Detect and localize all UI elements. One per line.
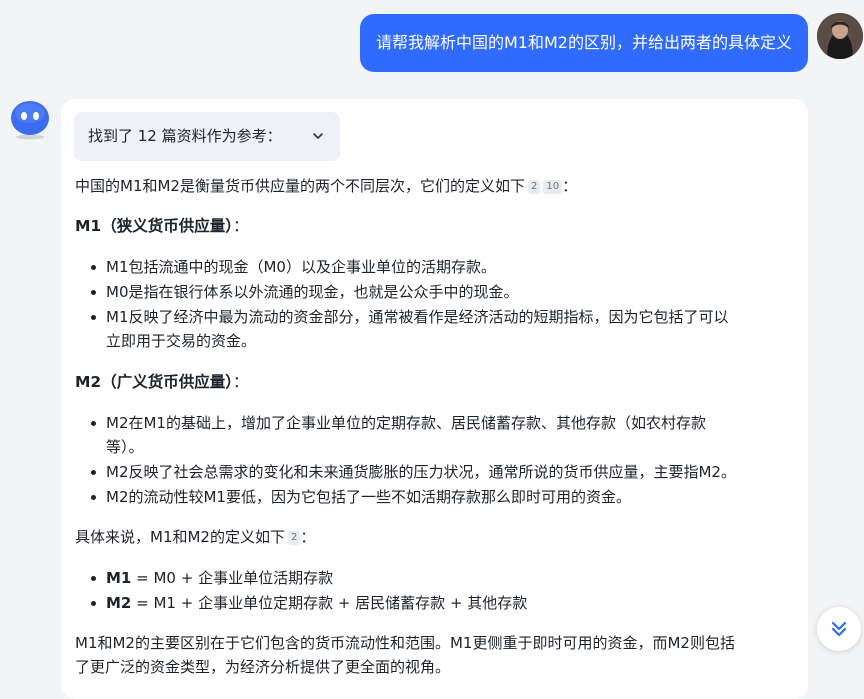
list-item: M1包括流通中的现金（M0）以及企事业单位的活期存款。 [106,258,496,276]
m2-heading-text: M2（广义货币供应量） [75,373,233,391]
bullet-dot [91,601,96,606]
answer-intro-text: 中国的M1和M2是衡量货币供应量的两个不同层次，它们的定义如下 [75,177,525,195]
bullet-dot [91,265,96,270]
avatar-image-icon [817,13,863,59]
list-item-continuation: 等）。 [106,438,144,456]
assistant-avatar [9,99,51,141]
citation-badge[interactable]: 10 [543,180,563,194]
specific-intro: 具体来说，M1和M2的定义如下 2： [75,526,315,548]
list-item: M2在M1的基础上，增加了企事业单位的定期存款、居民储蓄存款、其他存款（如农村存… [106,414,706,432]
punctuation: ： [232,373,249,391]
conclusion-line: M1和M2的主要区别在于它们包含的货币流动性和范围。M1更侧重于即时可用的资金，… [75,634,735,652]
citation-badge[interactable]: 2 [527,180,541,194]
specific-intro-text: 具体来说，M1和M2的定义如下 [75,528,285,546]
user-message-text: 请帮我解析中国的M1和M2的区别，并给出两者的具体定义 [376,33,792,52]
references-toggle[interactable]: 找到了 12 篇资料作为参考： [74,112,340,161]
references-label: 找到了 12 篇资料作为参考： [88,127,282,145]
citation-badge[interactable]: 2 [287,531,301,545]
list-item: M2的流动性较M1要低，因为它包括了一些不如活期存款那么即时可用的资金。 [106,488,631,506]
bullet-dot [91,470,96,475]
chevron-down-icon [313,133,323,139]
formula-label: M2 [106,594,132,612]
bullet-dot [91,495,96,500]
formula-m2: M2 = M1 + 企事业单位定期存款 + 居民储蓄存款 + 其他存款 [106,592,527,614]
formula-m1: M1 = M0 + 企事业单位活期存款 [106,567,333,589]
double-chevron-down-icon [831,621,847,637]
m1-heading: M1（狭义货币供应量）： [75,215,248,237]
user-avatar[interactable] [817,13,863,59]
formula-text: = M1 + 企事业单位定期存款 + 居民储蓄存款 + 其他存款 [131,594,528,612]
punctuation: ： [562,177,578,195]
robot-icon [11,101,49,140]
list-item-continuation: 立即用于交易的资金。 [106,332,257,350]
answer-intro: 中国的M1和M2是衡量货币供应量的两个不同层次，它们的定义如下 2 10： [75,175,577,197]
m1-heading-text: M1（狭义货币供应量） [75,217,233,235]
formula-label: M1 [106,569,132,587]
bullet-dot [91,421,96,426]
formula-text: = M0 + 企事业单位活期存款 [131,569,334,587]
scroll-to-bottom-button[interactable] [817,607,861,651]
punctuation: ： [232,217,249,235]
conclusion-line: 了更广泛的资金类型，为经济分析提供了更全面的视角。 [75,658,451,676]
bullet-dot [91,576,96,581]
punctuation: ： [300,528,316,546]
list-item: M2反映了社会总需求的变化和未来通货膨胀的压力状况，通常所说的货币供应量，主要指… [106,463,736,481]
list-item: M0是指在银行体系以外流通的现金，也就是公众手中的现金。 [106,283,519,301]
bullet-dot [91,315,96,320]
m2-heading: M2（广义货币供应量）： [75,371,248,393]
list-item: M1反映了经济中最为流动的资金部分，通常被看作是经济活动的短期指标，因为它包括了… [106,308,729,326]
user-message-bubble: 请帮我解析中国的M1和M2的区别，并给出两者的具体定义 [360,14,808,72]
bullet-dot [91,290,96,295]
